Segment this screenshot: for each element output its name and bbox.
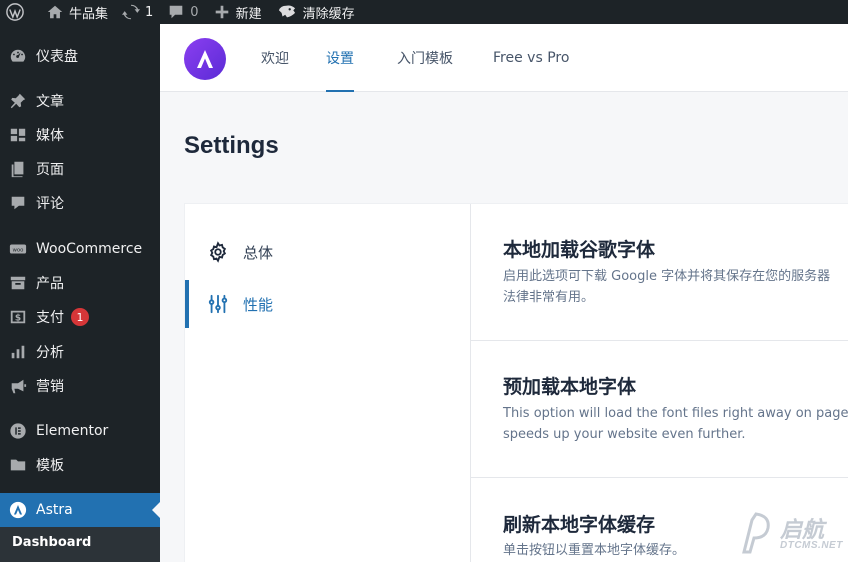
gear-icon (207, 241, 229, 263)
clear-cache-label: 清除缓存 (302, 6, 355, 22)
sidebar-item-astra[interactable]: Astra (0, 493, 160, 527)
sidebar-item-dashboard[interactable]: 仪表盘 (0, 39, 160, 73)
settings-card: 总体 性能 本地加载谷歌字体 启用此选项可下载 Google 字体并将其保存在您… (184, 203, 848, 562)
section-title: 刷新本地字体缓存 (503, 514, 656, 536)
archive-icon (8, 273, 28, 293)
plus-icon (213, 3, 231, 21)
sidebar-label: 页面 (36, 162, 64, 178)
admin-sidebar: 仪表盘 文章 媒体 页面 评论 woo WooCommerce 产品 $ 支付 … (0, 24, 160, 562)
astra-logo (184, 38, 226, 80)
sidebar-label: 产品 (36, 276, 64, 292)
sidebar-item-products[interactable]: 产品 (0, 266, 160, 300)
payment-icon: $ (8, 307, 28, 327)
astra-logo-icon (197, 50, 213, 68)
astra-icon (8, 500, 28, 520)
payments-badge: 1 (71, 308, 89, 326)
home-icon (46, 3, 64, 21)
elementor-icon (8, 421, 28, 441)
section-description: 单击按钮以重置本地字体缓存。 (503, 543, 686, 558)
section-description: speeds up your website even further. (503, 427, 746, 442)
watermark-subtext: DTCMS.NET (780, 540, 843, 551)
settings-nav-label: 总体 (243, 243, 274, 262)
sidebar-label: 媒体 (36, 128, 64, 144)
sidebar-label: WooCommerce (36, 241, 143, 257)
new-content-link[interactable]: 新建 (206, 0, 269, 24)
sidebar-label: Astra (36, 502, 73, 518)
sidebar-label: 仪表盘 (36, 49, 78, 65)
page-icon (8, 159, 28, 179)
settings-nav-performance[interactable]: 性能 (185, 280, 470, 328)
section-description: This option will load the font files rig… (503, 406, 848, 421)
sidebar-label: 分析 (36, 345, 64, 361)
dashboard-icon (8, 46, 28, 66)
admin-bar: 牛品集 1 0 新建 清除缓存 (0, 0, 848, 24)
sidebar-item-woocommerce[interactable]: woo WooCommerce (0, 232, 160, 266)
submenu-dashboard-link[interactable]: Dashboard (12, 535, 91, 550)
sidebar-item-marketing[interactable]: 营销 (0, 369, 160, 403)
chart-bar-icon (8, 342, 28, 362)
sidebar-item-pages[interactable]: 页面 (0, 152, 160, 186)
refresh-icon (122, 3, 141, 21)
sidebar-label: 模板 (36, 458, 64, 474)
page-title: Settings (184, 132, 279, 159)
wordpress-icon (6, 3, 24, 21)
media-icon (8, 125, 28, 145)
svg-text:woo: woo (13, 247, 24, 253)
watermark-logo (742, 512, 770, 554)
comment-icon (8, 193, 28, 213)
site-name-link[interactable]: 牛品集 (39, 0, 115, 24)
watermark: 启航 DTCMS.NET (742, 510, 842, 556)
folder-icon (8, 455, 28, 475)
site-name: 牛品集 (69, 6, 109, 22)
section-description: 启用此选项可下载 Google 字体并将其保存在您的服务器 (503, 269, 831, 284)
astra-submenu: Dashboard (0, 527, 160, 562)
sidebar-item-templates[interactable]: 模板 (0, 448, 160, 482)
cheetah-icon (276, 3, 298, 21)
sidebar-label: 营销 (36, 379, 64, 395)
setting-section-preload-local-fonts: 预加载本地字体 This option will load the font f… (471, 341, 848, 478)
comments-link[interactable]: 0 (160, 0, 205, 24)
settings-nav-general[interactable]: 总体 (185, 228, 470, 276)
tab-starter-templates[interactable]: 入门模板 (397, 24, 453, 92)
updates-link[interactable]: 1 (115, 0, 160, 24)
tab-settings[interactable]: 设置 (326, 24, 354, 92)
astra-header: 欢迎 设置 入门模板 Free vs Pro (160, 24, 848, 92)
clear-cache-link[interactable]: 清除缓存 (269, 0, 362, 24)
sidebar-item-comments[interactable]: 评论 (0, 186, 160, 220)
sidebar-label: Elementor (36, 423, 109, 439)
woo-icon: woo (8, 239, 28, 259)
settings-nav-label: 性能 (243, 295, 274, 314)
setting-section-local-google-fonts: 本地加载谷歌字体 启用此选项可下载 Google 字体并将其保存在您的服务器 法… (471, 204, 848, 341)
sidebar-item-analytics[interactable]: 分析 (0, 335, 160, 369)
sidebar-label: 评论 (36, 196, 64, 212)
settings-nav: 总体 性能 (185, 204, 471, 562)
new-label: 新建 (235, 6, 262, 22)
megaphone-icon (8, 376, 28, 396)
updates-count: 1 (145, 4, 154, 20)
tab-free-vs-pro[interactable]: Free vs Pro (493, 24, 569, 92)
sliders-icon (207, 293, 229, 315)
pin-icon (8, 91, 28, 111)
sidebar-label: 文章 (36, 94, 64, 110)
sidebar-item-media[interactable]: 媒体 (0, 118, 160, 152)
wordpress-logo-button[interactable] (0, 0, 31, 24)
section-title: 本地加载谷歌字体 (503, 239, 656, 261)
comments-count: 0 (190, 4, 199, 20)
sidebar-item-posts[interactable]: 文章 (0, 84, 160, 118)
svg-text:$: $ (15, 314, 21, 324)
sidebar-item-elementor[interactable]: Elementor (0, 414, 160, 448)
sidebar-item-payments[interactable]: $ 支付 1 (0, 300, 160, 334)
tab-welcome[interactable]: 欢迎 (261, 24, 289, 92)
sidebar-label: 支付 (36, 310, 64, 326)
comment-bubble-icon (167, 3, 185, 21)
section-title: 预加载本地字体 (503, 376, 637, 398)
section-description: 法律非常有用。 (503, 290, 595, 305)
